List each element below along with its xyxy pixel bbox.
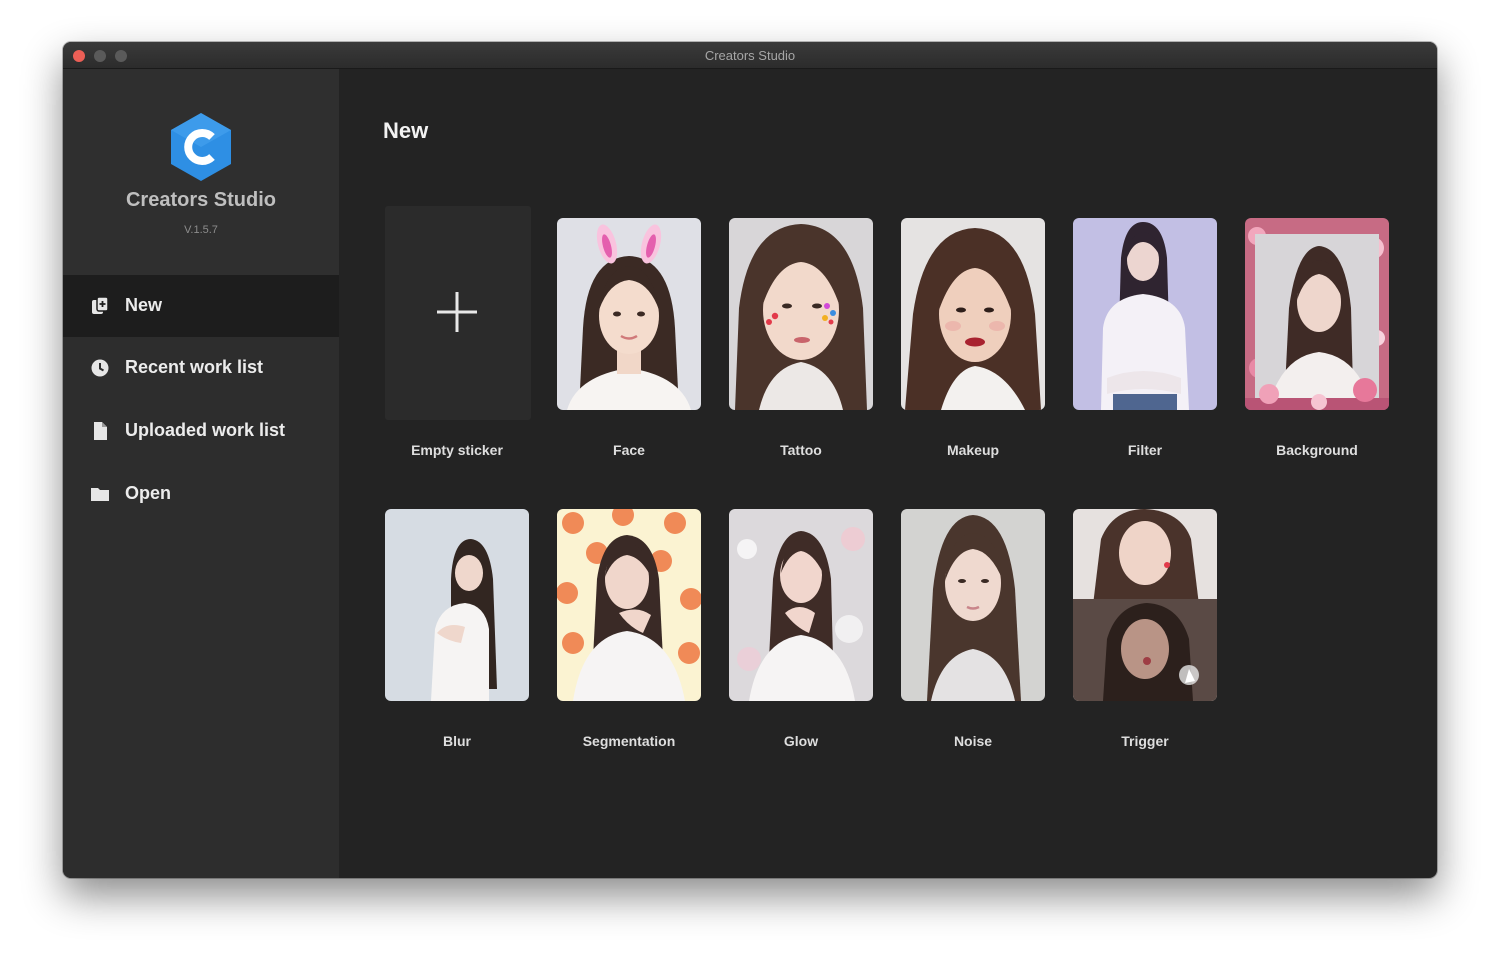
template-label: Trigger [1121, 733, 1169, 749]
title-bar: Creators Studio [63, 42, 1437, 69]
clock-icon [91, 359, 109, 377]
nav-item-recent-work-list[interactable]: Recent work list [63, 337, 339, 399]
folder-icon [91, 488, 109, 501]
nav-label-new: New [125, 295, 163, 315]
template-label: Segmentation [582, 733, 676, 749]
main-panel: New Empty sticker Face Tattoo Makeup Fil… [339, 69, 1437, 878]
brand-name: Creators Studio [125, 189, 277, 211]
template-thumbnail [729, 509, 873, 701]
nav-item-uploaded-work-list[interactable]: Uploaded work list [63, 400, 339, 462]
template-thumbnail [901, 509, 1045, 701]
template-thumbnail [557, 218, 701, 410]
template-label: Face [613, 442, 645, 458]
window-title: Creators Studio [704, 48, 796, 63]
template-label: Tattoo [780, 442, 822, 458]
template-label: Empty sticker [411, 442, 503, 458]
template-label: Blur [443, 733, 471, 749]
plus-icon [437, 292, 477, 332]
template-label: Filter [1127, 442, 1163, 458]
template-thumbnail [557, 509, 701, 701]
template-thumbnail [1073, 218, 1217, 410]
app-window: Creators Studio Creators Studio V.1.5.7 … [63, 42, 1437, 878]
template-thumbnail [729, 218, 873, 410]
nav-label-uploaded: Uploaded work list [125, 420, 286, 440]
nav-item-open[interactable]: Open [63, 463, 339, 525]
nav-item-new[interactable]: New [63, 275, 339, 337]
nav-label-open: Open [125, 483, 172, 503]
hexagon-c-logo-icon [171, 113, 231, 181]
template-thumbnail [901, 218, 1045, 410]
template-label: Glow [783, 733, 819, 749]
empty-sticker-tile [385, 206, 531, 420]
template-label: Background [1276, 442, 1358, 458]
nav-label-recent: Recent work list [125, 357, 264, 377]
template-label: Makeup [946, 442, 1000, 458]
sidebar: Creators Studio V.1.5.7 New Recent work … [63, 69, 339, 878]
template-label: Noise [953, 733, 993, 749]
page-title: New [383, 118, 429, 143]
new-file-icon [92, 296, 109, 314]
brand-version: V.1.5.7 [184, 224, 218, 236]
document-icon [94, 422, 107, 440]
template-thumbnail [1073, 509, 1217, 701]
template-thumbnail [1245, 218, 1389, 410]
brand-panel: Creators Studio V.1.5.7 [63, 69, 339, 275]
template-thumbnail [385, 509, 529, 701]
